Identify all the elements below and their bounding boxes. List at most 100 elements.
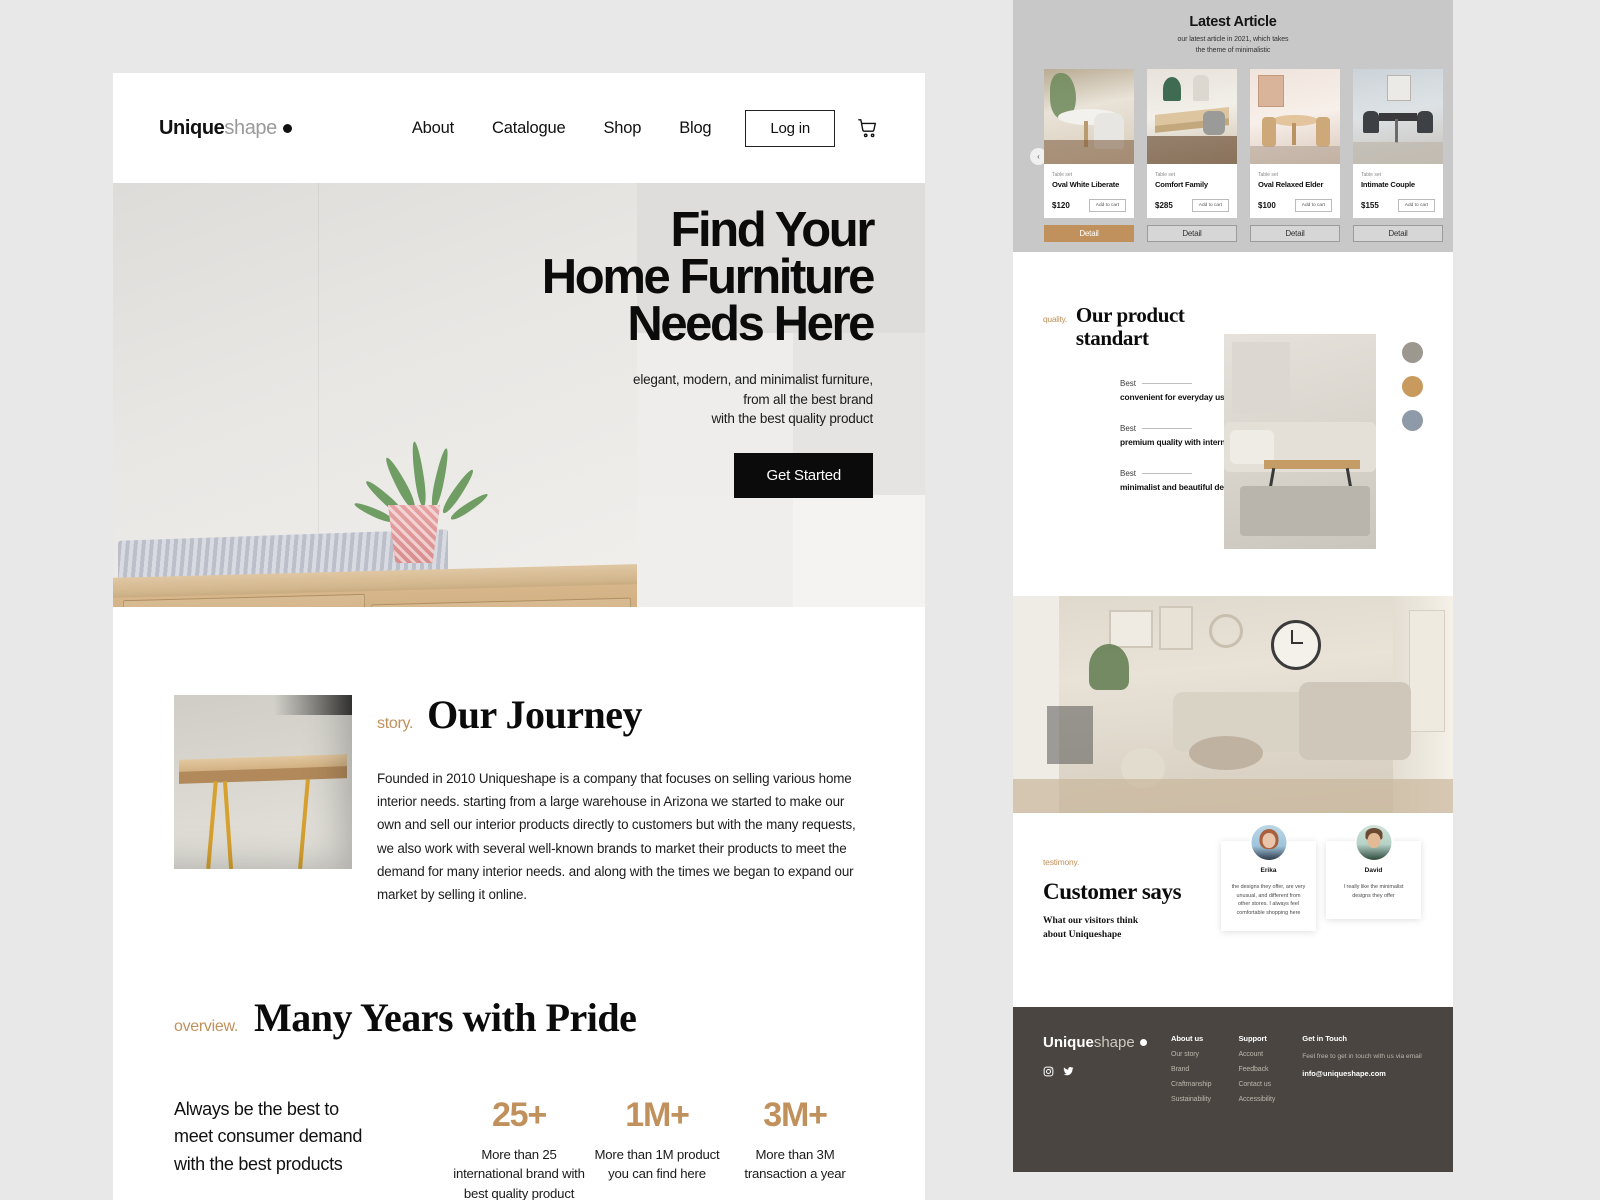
testimony-sub-line-2: about Uniqueshape (1043, 929, 1122, 940)
nav-item-blog[interactable]: Blog (679, 119, 711, 138)
hero-title-line-2: Home Furniture (541, 250, 876, 305)
product-price-row: $155 Add to cart (1361, 199, 1435, 212)
testimony-text: I really like the minimalist designs the… (1343, 884, 1404, 899)
nav-actions: Log in (745, 109, 879, 147)
product-card: Table set Oval Relaxed Elder $100 Add to… (1250, 69, 1340, 242)
product-price-row: $285 Add to cart (1155, 199, 1229, 212)
divider-line (1142, 383, 1193, 385)
footer-link[interactable]: Our story (1171, 1051, 1211, 1058)
footer-link[interactable]: Feedback (1238, 1066, 1275, 1073)
footer-link[interactable]: Contact us (1238, 1081, 1275, 1088)
product-info: Table set Intimate Couple $155 Add to ca… (1353, 164, 1443, 218)
footer-email[interactable]: info@uniqueshape.com (1302, 1069, 1421, 1078)
detail-button[interactable]: Detail (1044, 225, 1134, 242)
color-swatch-1[interactable] (1402, 342, 1423, 363)
product-thumbnail (1250, 69, 1340, 164)
footer-column-heading: About us (1171, 1034, 1204, 1043)
add-to-cart-button[interactable]: Add to cart (1088, 199, 1126, 212)
stat-number: 25+ (491, 1095, 547, 1134)
footer-social (1043, 1064, 1171, 1077)
logo-dot-icon (282, 123, 292, 133)
add-to-cart-button[interactable]: Add to cart (1191, 199, 1229, 212)
stat-text: More than 1M product you can find here (594, 1146, 720, 1182)
stat-item: 1M+ More than 1M product you can find he… (588, 1096, 726, 1200)
product-name: Oval Relaxed Elder (1258, 180, 1324, 189)
nav-item-catalogue[interactable]: Catalogue (492, 119, 566, 138)
journey-image (174, 695, 352, 869)
product-thumbnail (1353, 69, 1443, 164)
color-swatch-2[interactable] (1402, 376, 1423, 397)
detail-button[interactable]: Detail (1147, 225, 1237, 242)
footer-column-contact: Get in Touch Feel free to get in touch w… (1302, 1034, 1421, 1172)
divider-line (1142, 427, 1193, 429)
hero-sub-line-2: from all the best brand (743, 391, 873, 407)
footer-logo-light: shape (1093, 1034, 1135, 1051)
instagram-icon[interactable] (1043, 1064, 1054, 1077)
stat-text: More than 25 international brand with be… (453, 1146, 585, 1200)
overview-section: overview. Many Years with Pride Always b… (113, 997, 925, 1200)
latest-article-section: Latest Article our latest article in 202… (1013, 0, 1453, 252)
footer-link[interactable]: Accessibility (1238, 1096, 1275, 1103)
hero-title: Find Your Home Furniture Needs Here (453, 206, 876, 349)
testimony-sub-line-1: What our visitors think (1043, 916, 1139, 926)
product-category: Table set (1258, 172, 1279, 178)
detail-button[interactable]: Detail (1353, 225, 1443, 242)
standard-title-line-1: Our product (1075, 303, 1185, 327)
footer-link[interactable]: Account (1238, 1051, 1275, 1058)
product-category: Table set (1361, 172, 1382, 178)
latest-article-subtitle: our latest article in 2021, which takes … (1013, 35, 1453, 56)
stat-number: 3M+ (763, 1095, 828, 1134)
overview-row: Always be the best to meet consumer dema… (174, 1096, 864, 1200)
cart-icon[interactable] (857, 117, 879, 139)
standard-item-label: Best (1120, 379, 1137, 389)
product-price: $155 (1361, 201, 1379, 210)
nav-links: About Catalogue Shop Blog (412, 119, 712, 138)
product-name: Intimate Couple (1361, 180, 1415, 189)
product-price: $100 (1258, 201, 1276, 210)
product-price: $120 (1052, 201, 1070, 210)
footer-link[interactable]: Craftmanship (1171, 1081, 1212, 1088)
footer-link[interactable]: Sustainability (1171, 1096, 1211, 1103)
color-swatches (1402, 342, 1423, 431)
avatar (1249, 823, 1288, 862)
journey-body: story. Our Journey Founded in 2010 Uniqu… (377, 695, 925, 920)
avatar (1354, 823, 1393, 862)
product-card: Table set Intimate Couple $155 Add to ca… (1353, 69, 1443, 242)
testimony-card: Erika the designs they offer, are very u… (1221, 823, 1316, 931)
hero-section: Find Your Home Furniture Needs Here eleg… (113, 183, 925, 607)
product-category: Table set (1155, 172, 1176, 178)
page-canvas: Unique shape About Catalogue Shop Blog Lo… (0, 0, 1600, 1200)
standard-item-label: Best (1120, 423, 1137, 433)
product-card: Table set Oval White Liberate $120 Add t… (1044, 69, 1134, 242)
showcase-image (1013, 596, 1453, 813)
get-started-button[interactable]: Get Started (734, 452, 873, 498)
latest-article-title: Latest Article (1189, 14, 1277, 30)
footer-logo[interactable]: Unique shape (1043, 1034, 1171, 1051)
color-swatch-3[interactable] (1402, 410, 1423, 431)
product-price-row: $120 Add to cart (1052, 199, 1126, 212)
footer-logo-dot-icon (1139, 1039, 1147, 1046)
logo[interactable]: Unique shape (159, 117, 292, 140)
overview-eyebrow: overview. (174, 1017, 238, 1035)
footer-column-heading: Get in Touch (1302, 1034, 1347, 1043)
login-button[interactable]: Log in (745, 109, 835, 147)
standard-eyebrow: quality. (1043, 314, 1067, 324)
product-card: Table set Comfort Family $285 Add to car… (1147, 69, 1237, 242)
journey-paragraph: Founded in 2010 Uniqueshape is a company… (377, 771, 856, 902)
add-to-cart-button[interactable]: Add to cart (1397, 199, 1435, 212)
nav-item-about[interactable]: About (412, 119, 454, 138)
stat-item: 25+ More than 25 international brand wit… (450, 1096, 588, 1200)
standard-image (1224, 334, 1376, 549)
article-sub-line-1: our latest article in 2021, which takes (1177, 36, 1289, 43)
stat-number: 1M+ (625, 1095, 690, 1134)
logo-light: shape (224, 116, 277, 139)
nav-item-shop[interactable]: Shop (603, 119, 641, 138)
stat-item: 3M+ More than 3M transaction a year (726, 1096, 864, 1200)
footer-contact-note: Feel free to get in touch with us via em… (1302, 1053, 1422, 1060)
footer-link[interactable]: Brand (1171, 1066, 1211, 1073)
logo-bold: Unique (159, 116, 225, 139)
testimony-section: testimony. Customer says What our visito… (1013, 813, 1453, 1007)
twitter-icon[interactable] (1063, 1064, 1074, 1076)
detail-button[interactable]: Detail (1250, 225, 1340, 242)
add-to-cart-button[interactable]: Add to cart (1294, 199, 1332, 212)
